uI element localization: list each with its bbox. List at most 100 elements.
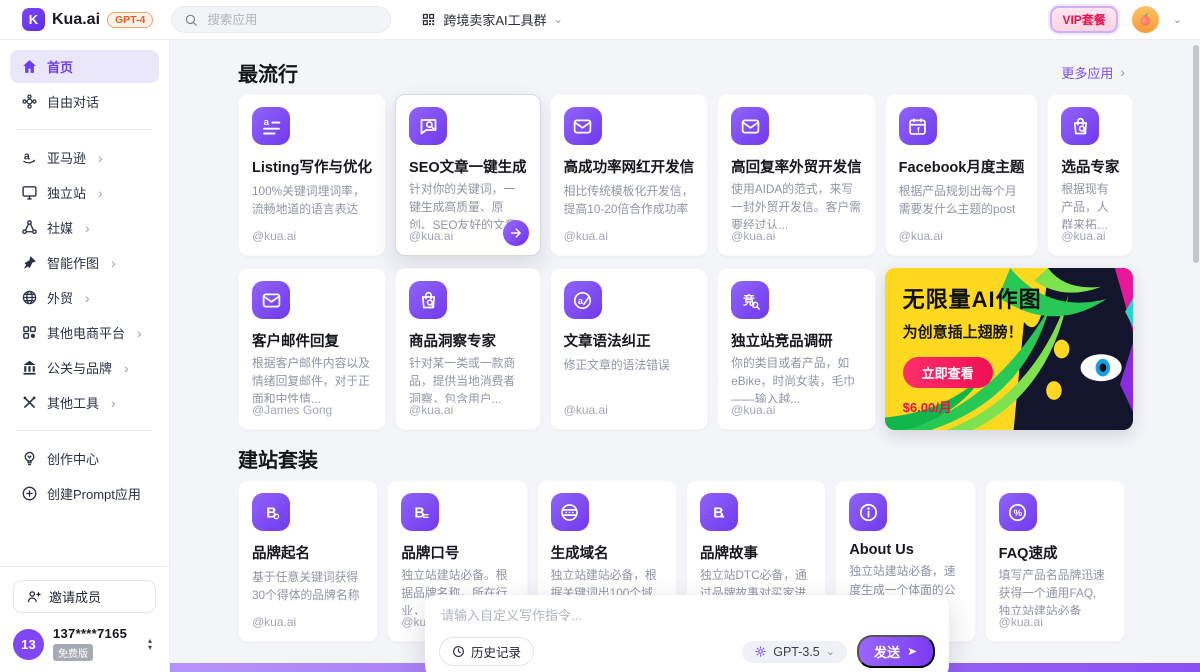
sidebar-category-nav: a亚马逊›独立站›社媒›智能作图›外贸›其他电商平台›公关与品牌›其他工具› <box>0 139 169 421</box>
sidebar-item[interactable]: 独立站› <box>10 176 159 209</box>
card-author: @James Gong <box>252 403 372 417</box>
send-button[interactable]: 发送 <box>857 635 935 668</box>
chevron-down-icon: ⌄ <box>554 13 563 26</box>
app-card[interactable]: 高回复率外贸开发信使用AIDA的范式，来写一封外贸开发信。客户需要经过认...@… <box>717 94 876 256</box>
search-icon <box>184 13 198 27</box>
card-title: 品牌口号 <box>401 542 513 561</box>
card-title: 商品洞察专家 <box>409 330 527 349</box>
chevron-right-icon: › <box>1120 65 1125 79</box>
svg-text:f: f <box>917 125 920 134</box>
sidebar-item[interactable]: 创作中心 <box>10 442 159 475</box>
invite-label: 邀请成员 <box>49 587 101 606</box>
bag-search-icon <box>1061 107 1099 145</box>
vip-plan-button[interactable]: VIP套餐 <box>1050 6 1117 33</box>
brand-b-icon: B <box>252 493 290 531</box>
card-author: @kua.ai <box>252 615 364 629</box>
card-title: 高回复率外贸开发信 <box>731 156 862 175</box>
scrollbar[interactable] <box>1193 45 1199 263</box>
kua-ai-app: K Kua.ai GPT-4 跨境卖家AI工具群 ⌄ VIP套餐 ⌄ 首页自由 <box>0 0 1200 672</box>
account-chevron-down-icon[interactable]: ⌄ <box>1173 13 1182 26</box>
section-header-popular: 最流行 更多应用 › <box>238 58 1125 86</box>
account-switcher-icon[interactable]: ▴▾ <box>148 637 156 651</box>
app-card[interactable]: 选品专家根据现有产品，人群来拓品。以小众品类为主。@kua.ai <box>1047 94 1133 256</box>
gpt4-badge: GPT-4 <box>107 12 153 28</box>
card-author: @kua.ai <box>564 229 695 243</box>
section-title-builder: 建站套装 <box>238 444 318 473</box>
sidebar-item[interactable]: 创建Prompt应用 <box>10 477 159 510</box>
sidebar-item-label: 独立站 <box>47 183 86 202</box>
gpt-model-icon <box>754 645 767 658</box>
logo[interactable]: K Kua.ai GPT-4 <box>0 8 153 31</box>
svg-text:B: B <box>414 505 424 521</box>
sidebar-creation-nav: 创作中心创建Prompt应用 <box>0 440 169 512</box>
app-card[interactable]: a文章语法纠正修正文章的语法错误@kua.ai <box>550 268 709 430</box>
sidebar-item[interactable]: 智能作图› <box>10 246 159 279</box>
sidebar-item[interactable]: 自由对话 <box>10 85 159 118</box>
sidebar-item[interactable]: 其他电商平台› <box>10 316 159 349</box>
search-bar[interactable] <box>171 6 391 33</box>
story-b-icon: B <box>700 493 738 531</box>
sidebar-item[interactable]: a亚马逊› <box>10 141 159 174</box>
app-card[interactable]: SEO文章一键生成针对你的关键词，一键生成高质量、原创、SEO友好的文章@kua… <box>395 94 541 256</box>
create-prompt-icon <box>21 485 38 502</box>
sidebar-item-label: 创建Prompt应用 <box>47 484 141 503</box>
app-card[interactable]: B品牌起名基于任意关键词获得30个得体的品牌名称@kua.ai <box>238 480 378 642</box>
promo-cta-button[interactable]: 立即查看 <box>903 357 993 388</box>
mail-icon <box>731 107 769 145</box>
history-button[interactable]: 历史记录 <box>439 637 534 666</box>
more-apps-label: 更多应用 <box>1061 63 1113 82</box>
promo-banner[interactable]: 无限量AI作图为创意插上翅膀！立即查看$6.00/月 <box>885 268 1134 430</box>
card-desc: 使用AIDA的范式，来写一封外贸开发信。客户需要经过认... <box>731 180 862 229</box>
history-label: 历史记录 <box>471 642 521 661</box>
chevron-right-icon: › <box>124 361 129 375</box>
sidebar-item[interactable]: 首页 <box>10 50 159 83</box>
chat-composer: 历史记录 GPT-3.5 ⌄ 发送 <box>425 595 949 672</box>
search-input[interactable] <box>205 12 378 28</box>
sidebar-item-label: 公关与品牌 <box>47 358 112 377</box>
app-card[interactable]: aListing写作与优化100%关键词埋词率，流畅地道的语言表达@kua.ai <box>238 94 386 256</box>
app-card[interactable]: %FAQ速成填写产品名品牌迅速获得一个通用FAQ, 独立站建站必备@kua.ai <box>985 480 1125 642</box>
sidebar-item[interactable]: 公关与品牌 › <box>10 351 159 384</box>
app-card[interactable]: 竞独立站竞品调研你的类目或者产品，如eBike，时尚女装，毛巾——输入越...@… <box>717 268 876 430</box>
svg-text:a: a <box>578 296 584 306</box>
card-author: @kua.ai <box>564 403 695 417</box>
invite-members-button[interactable]: 邀请成员 <box>13 580 156 613</box>
bag-search-icon <box>409 281 447 319</box>
seller-group-menu[interactable]: 跨境卖家AI工具群 ⌄ <box>421 10 563 29</box>
user-initials-avatar[interactable]: 13 <box>13 629 44 660</box>
card-desc: 相比传统模板化开发信，提高10-20倍合作成功率 <box>564 182 695 219</box>
card-author: @kua.ai <box>999 615 1111 629</box>
app-card[interactable]: 高成功率网红开发信相比传统模板化开发信，提高10-20倍合作成功率@kua.ai <box>550 94 709 256</box>
open-app-arrow-button[interactable] <box>503 220 529 246</box>
sidebar-item-label: 其他电商平台 <box>47 323 125 342</box>
user-account-row[interactable]: 13 137****7165 免费版 ▴▾ <box>13 626 156 662</box>
app-card[interactable]: 商品洞察专家针对某一类或一款商品，提供当地消费者洞察，包含用户...@kua.a… <box>395 268 541 430</box>
card-author: @kua.ai <box>731 229 862 243</box>
more-apps-link[interactable]: 更多应用 › <box>1061 63 1125 82</box>
sidebar-item[interactable]: 社媒› <box>10 211 159 244</box>
chevron-right-icon: › <box>85 221 90 235</box>
sidebar-item[interactable]: 其他工具› <box>10 386 159 419</box>
sidebar: 首页自由对话 a亚马逊›独立站›社媒›智能作图›外贸›其他电商平台›公关与品牌›… <box>0 40 170 672</box>
card-author: @kua.ai <box>731 403 862 417</box>
brand-icon <box>21 359 38 376</box>
sidebar-item-label: 首页 <box>47 57 73 76</box>
user-avatar[interactable] <box>1132 6 1159 33</box>
card-author: @kua.ai <box>252 229 372 243</box>
card-title: About Us <box>849 542 961 557</box>
custom-prompt-input[interactable] <box>439 606 935 635</box>
creation-icon <box>21 450 38 467</box>
trade-icon <box>21 289 38 306</box>
card-title: Facebook月度主题 <box>899 156 1025 177</box>
user-phone: 137****7165 <box>53 626 127 641</box>
card-title: 独立站竞品调研 <box>731 330 862 349</box>
app-card[interactable]: fFacebook月度主题根据产品规划出每个月需要发什么主题的post@kua.… <box>885 94 1039 256</box>
sidebar-item-label: 外贸 <box>47 288 73 307</box>
amazon-icon: a <box>21 149 38 166</box>
sidebar-item[interactable]: 外贸› <box>10 281 159 314</box>
card-desc: 针对某一类或一款商品，提供当地消费者洞察，包含用户... <box>409 354 527 403</box>
app-card[interactable]: 客户邮件回复根据客户邮件内容以及情绪回复邮件，对于正面和中性情...@James… <box>238 268 386 430</box>
card-desc: 根据产品规划出每个月需要发什么主题的post <box>899 182 1025 219</box>
send-label: 发送 <box>874 642 900 661</box>
model-selector[interactable]: GPT-3.5 ⌄ <box>742 641 847 663</box>
